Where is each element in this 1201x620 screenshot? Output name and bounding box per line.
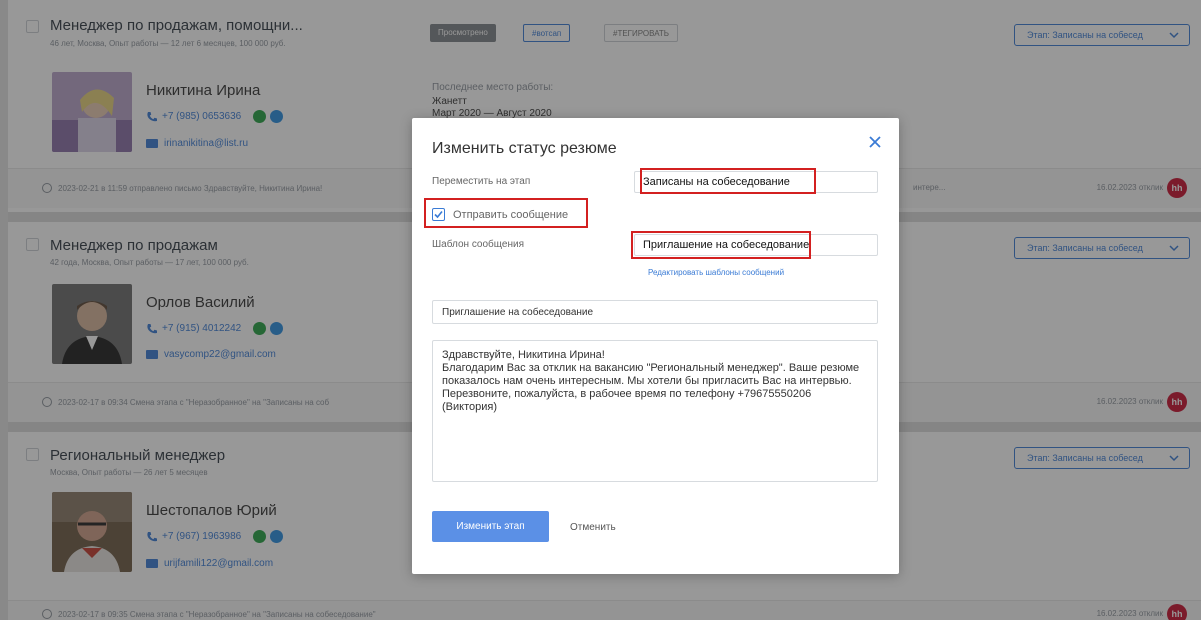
change-status-modal: Изменить статус резюме Переместить на эт… — [412, 118, 899, 574]
message-subject-input[interactable]: Приглашение на собеседование — [432, 300, 878, 324]
cancel-button[interactable]: Отменить — [570, 522, 616, 533]
highlight-box — [631, 231, 811, 259]
highlight-box — [424, 198, 588, 228]
template-label: Шаблон сообщения — [432, 239, 524, 250]
highlight-box — [640, 168, 816, 194]
change-stage-button[interactable]: Изменить этап — [432, 511, 549, 542]
move-stage-label: Переместить на этап — [432, 176, 531, 187]
modal-title: Изменить статус резюме — [432, 140, 617, 157]
close-icon[interactable] — [867, 134, 883, 150]
message-body-textarea[interactable]: Здравствуйте, Никитина Ирина! Благодарим… — [432, 340, 878, 482]
edit-templates-link[interactable]: Редактировать шаблоны сообщений — [648, 268, 784, 277]
